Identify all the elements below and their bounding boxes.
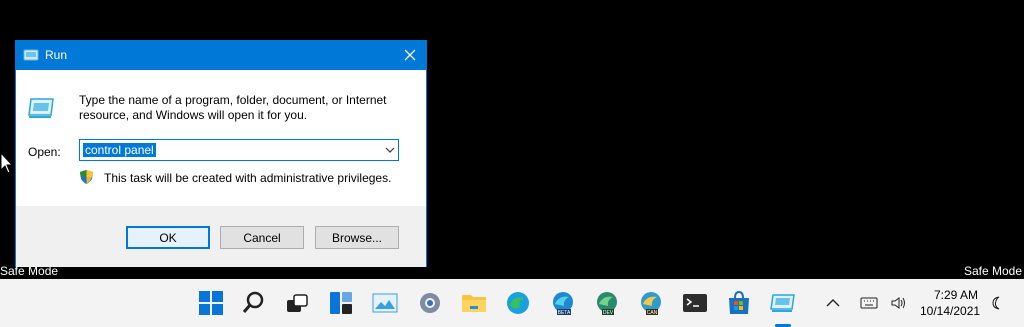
browse-button[interactable]: Browse... [315,226,399,249]
store-icon[interactable] [725,289,753,317]
dialog-title: Run [45,48,68,62]
open-combobox[interactable]: control panel [79,139,399,161]
start-icon[interactable] [197,289,225,317]
system-clock[interactable]: 7:29 AM 10/14/2021 [920,287,981,319]
terminal-icon[interactable] [681,289,709,317]
widgets-icon[interactable] [327,289,355,317]
chevron-down-icon[interactable] [385,146,395,154]
svg-text:CAN: CAN [647,310,658,316]
dialog-button-bar: OK Cancel Browse... [16,206,426,267]
keyboard-icon[interactable] [860,295,878,311]
search-icon[interactable] [240,289,268,317]
clock-time: 7:29 AM [933,288,978,302]
edge-canary-icon[interactable]: CAN [637,289,665,317]
cancel-button[interactable]: Cancel [220,226,304,249]
clock-date: 10/14/2021 [920,304,981,318]
photos-icon[interactable] [371,289,399,317]
edge-icon[interactable] [504,289,532,317]
task-view-icon[interactable] [283,289,311,317]
run-icon[interactable] [769,289,797,317]
admin-shield-icon [80,170,93,184]
run-dialog: Run Type the name of a program, folder, … [15,40,427,267]
edge-beta-icon[interactable]: BETA [549,289,577,317]
run-large-icon [28,98,54,118]
dialog-description: Type the name of a program, folder, docu… [79,93,387,122]
taskbar: BETA DEV CAN 7:29 AM 10/14/2021 [0,279,1024,327]
open-input-value[interactable]: control panel [83,143,156,157]
close-button[interactable] [394,41,426,70]
settings-icon[interactable] [416,289,444,317]
dialog-titlebar[interactable]: Run [16,41,426,70]
svg-text:BETA: BETA [558,310,571,316]
safe-mode-label-right: Safe Mode [963,264,1022,278]
run-app-icon [23,49,39,61]
mouse-cursor-icon [0,152,14,174]
file-explorer-icon[interactable] [460,289,488,317]
chevron-up-icon[interactable] [824,295,842,311]
close-icon [404,49,416,61]
admin-privileges-note: This task will be created with administr… [104,171,392,185]
svg-text:DEV: DEV [603,310,614,316]
focus-moon-icon[interactable] [988,295,1006,311]
edge-dev-icon[interactable]: DEV [593,289,621,317]
volume-icon[interactable] [890,295,908,311]
ok-button[interactable]: OK [126,226,210,249]
open-label: Open: [28,145,61,159]
